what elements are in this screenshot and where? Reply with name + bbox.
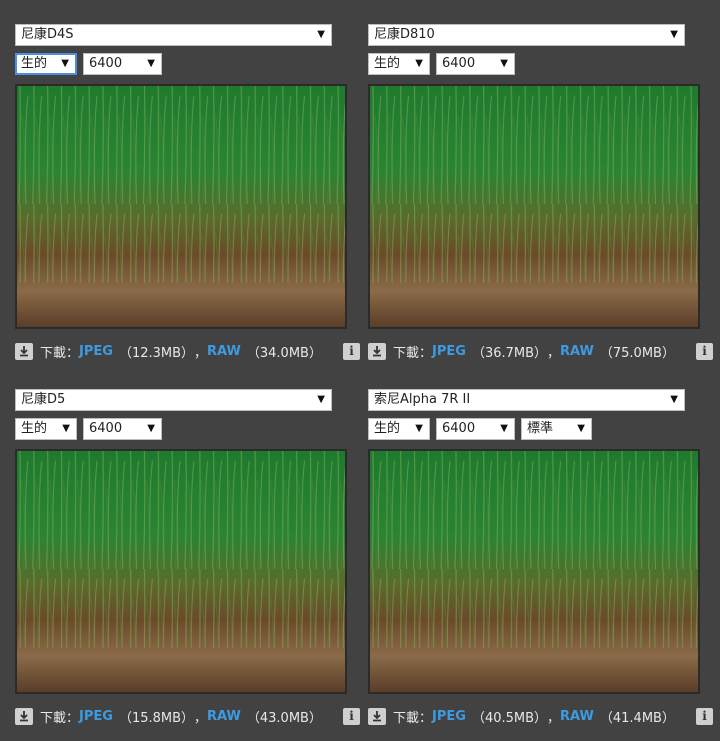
mode-select[interactable]: 生的 ▼	[368, 53, 430, 75]
jpeg-link[interactable]: JPEG	[432, 344, 466, 359]
iso-select[interactable]: 6400 ▼	[436, 418, 515, 440]
info-icon[interactable]: i	[696, 707, 713, 725]
mode-select[interactable]: 生的 ▼	[15, 53, 77, 75]
camera-panel: 尼康D5 ▼ 生的 ▼ 6400 ▼ 下載： JPEG （15.8MB） ， R…	[15, 389, 360, 726]
raw-size: （43.0MB）	[246, 710, 322, 726]
chevron-down-icon: ▼	[317, 394, 325, 405]
chevron-down-icon: ▼	[147, 58, 155, 69]
mode-select-value: 生的	[374, 56, 401, 71]
sample-photo	[15, 449, 347, 694]
chevron-down-icon: ▼	[670, 394, 678, 405]
camera-select[interactable]: 尼康D810 ▼	[368, 24, 685, 46]
info-icon[interactable]: i	[343, 342, 360, 360]
sample-photo	[368, 84, 700, 329]
download-icon[interactable]	[15, 342, 33, 360]
mode-select-value: 生的	[21, 421, 48, 436]
picture-style-select[interactable]: 標準 ▼	[521, 418, 592, 440]
iso-select[interactable]: 6400 ▼	[83, 53, 162, 75]
chevron-down-icon: ▼	[317, 29, 325, 40]
chevron-down-icon: ▼	[500, 58, 508, 69]
raw-link[interactable]: RAW	[560, 709, 594, 724]
iso-select[interactable]: 6400 ▼	[83, 418, 162, 440]
camera-select[interactable]: 索尼Alpha 7R II ▼	[368, 389, 685, 411]
jpeg-link[interactable]: JPEG	[79, 344, 113, 359]
jpeg-link[interactable]: JPEG	[432, 709, 466, 724]
sample-photo	[15, 84, 347, 329]
download-icon[interactable]	[368, 342, 386, 360]
info-icon[interactable]: i	[696, 342, 713, 360]
jpeg-size: （36.7MB）	[471, 345, 548, 361]
download-row: 下載： JPEG （15.8MB） ， RAW （43.0MB） i	[15, 706, 360, 726]
iso-select-value: 6400	[89, 421, 123, 436]
separator: ，	[547, 345, 561, 361]
download-label: 下載：	[40, 345, 80, 361]
camera-select-value: 尼康D4S	[21, 27, 74, 42]
chevron-down-icon: ▼	[415, 423, 423, 434]
raw-link[interactable]: RAW	[207, 344, 241, 359]
camera-select-value: 尼康D810	[374, 27, 435, 42]
iso-select[interactable]: 6400 ▼	[436, 53, 515, 75]
camera-select[interactable]: 尼康D4S ▼	[15, 24, 332, 46]
chevron-down-icon: ▼	[415, 58, 423, 69]
download-row: 下載： JPEG （40.5MB） ， RAW （41.4MB） i	[368, 706, 713, 726]
download-icon[interactable]	[368, 707, 386, 725]
info-icon[interactable]: i	[343, 707, 360, 725]
chevron-down-icon: ▼	[62, 423, 70, 434]
chevron-down-icon: ▼	[670, 29, 678, 40]
camera-select-value: 索尼Alpha 7R II	[374, 392, 471, 407]
chevron-down-icon: ▼	[577, 423, 585, 434]
camera-select-value: 尼康D5	[21, 392, 66, 407]
raw-link[interactable]: RAW	[560, 344, 594, 359]
chevron-down-icon: ▼	[500, 423, 508, 434]
jpeg-size: （40.5MB）	[471, 710, 548, 726]
raw-size: （75.0MB）	[599, 345, 675, 361]
jpeg-link[interactable]: JPEG	[79, 709, 113, 724]
iso-select-value: 6400	[442, 56, 476, 71]
raw-size: （41.4MB）	[599, 710, 675, 726]
download-row: 下載： JPEG （36.7MB） ， RAW （75.0MB） i	[368, 341, 713, 361]
picture-style-select-value: 標準	[527, 421, 554, 436]
mode-select[interactable]: 生的 ▼	[15, 418, 77, 440]
jpeg-size: （15.8MB）	[118, 710, 195, 726]
raw-link[interactable]: RAW	[207, 709, 241, 724]
iso-select-value: 6400	[89, 56, 123, 71]
download-label: 下載：	[393, 710, 433, 726]
download-row: 下載： JPEG （12.3MB） ， RAW （34.0MB） i	[15, 341, 360, 361]
chevron-down-icon: ▼	[147, 423, 155, 434]
iso-select-value: 6400	[442, 421, 476, 436]
mode-select[interactable]: 生的 ▼	[368, 418, 430, 440]
camera-panel: 尼康D810 ▼ 生的 ▼ 6400 ▼ 下載： JPEG （36.7MB） ，…	[368, 24, 713, 361]
separator: ，	[194, 710, 208, 726]
download-label: 下載：	[40, 710, 80, 726]
chevron-down-icon: ▼	[61, 58, 69, 69]
camera-panel: 尼康D4S ▼ 生的 ▼ 6400 ▼ 下載： JPEG （12.3MB） ， …	[15, 24, 360, 361]
camera-panel: 索尼Alpha 7R II ▼ 生的 ▼ 6400 ▼ 標準 ▼ 下載： JPE…	[368, 389, 713, 726]
sample-photo	[368, 449, 700, 694]
download-icon[interactable]	[15, 707, 33, 725]
raw-size: （34.0MB）	[246, 345, 322, 361]
camera-select[interactable]: 尼康D5 ▼	[15, 389, 332, 411]
jpeg-size: （12.3MB）	[118, 345, 195, 361]
mode-select-value: 生的	[374, 421, 401, 436]
separator: ，	[194, 345, 208, 361]
mode-select-value: 生的	[21, 56, 48, 71]
download-label: 下載：	[393, 345, 433, 361]
separator: ，	[547, 710, 561, 726]
